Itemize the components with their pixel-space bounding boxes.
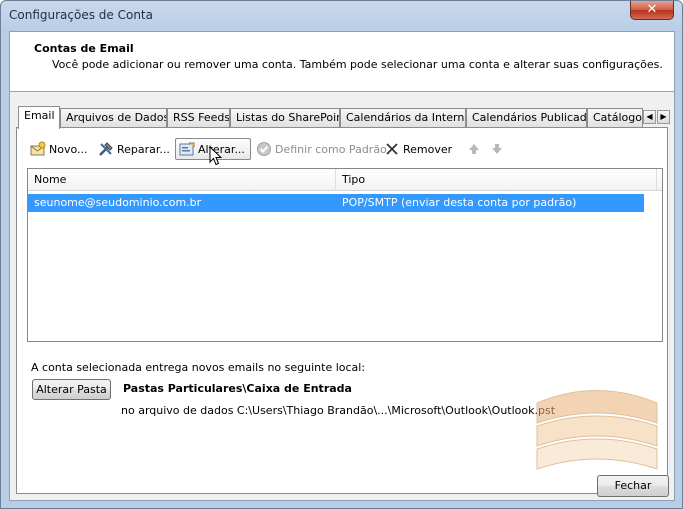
repair-label: Reparar... [117,142,170,156]
title-bar[interactable]: Configurações de Conta ✕ [1,1,682,29]
window-title: Configurações de Conta [9,8,153,22]
remove-button[interactable]: Remover [381,138,455,160]
delivery-location-label: A conta selecionada entrega novos emails… [31,361,366,374]
column-header-name[interactable]: Nome [28,169,336,191]
dialog-header: Contas de Email Você pode adicionar ou r… [10,32,674,92]
account-type-cell: POP/SMTP (enviar desta conta por padrão) [342,196,577,209]
new-account-button[interactable]: Novo... [27,138,91,160]
move-up-button[interactable] [463,138,488,160]
remove-x-icon [384,141,400,157]
tab-scroll-right-button[interactable]: ▶ [657,110,670,124]
close-button[interactable]: Fechar [597,475,669,497]
check-circle-icon [256,141,272,157]
tab-sharepoint-lists[interactable]: Listas do SharePoint [230,108,340,128]
close-window-button[interactable]: ✕ [630,1,674,20]
header-description: Você pode adicionar ou remover uma conta… [52,58,663,71]
arrow-up-icon [466,141,482,157]
tab-strip: Email Arquivos de Dados RSS Feeds Listas… [16,106,670,129]
mouse-cursor-icon [209,146,223,166]
tab-data-files[interactable]: Arquivos de Dados [60,108,167,128]
header-title: Contas de Email [34,42,134,55]
account-settings-window: Configurações de Conta ✕ Contas de Email… [0,0,683,509]
watermark-logo-icon [536,390,658,470]
new-account-label: Novo... [49,142,88,156]
set-default-button[interactable]: Definir como Padrão [253,138,390,160]
arrow-down-icon [489,141,505,157]
account-toolbar: Novo... Reparar... Alterar... Definir co… [17,138,667,162]
column-header-type[interactable]: Tipo [336,169,657,191]
edit-account-icon [179,141,195,157]
move-down-button[interactable] [486,138,511,160]
tab-scroll-left-button[interactable]: ◀ [643,110,656,124]
set-default-label: Definir como Padrão [275,142,387,156]
tab-email[interactable]: Email [18,106,60,129]
table-row[interactable]: seunome@seudominio.com.br POP/SMTP (envi… [28,194,644,212]
delivery-folder: Pastas Particulares\Caixa de Entrada [123,382,352,395]
tab-catalogs[interactable]: Catálogos [587,108,643,128]
change-folder-button[interactable]: Alterar Pasta [32,379,111,400]
data-file-path: no arquivo de dados C:\Users\Thiago Bran… [121,404,556,417]
tools-icon [98,141,114,157]
account-name-cell: seunome@seudominio.com.br [34,196,202,209]
tab-internet-calendars[interactable]: Calendários da Internet [340,108,466,128]
repair-button[interactable]: Reparar... [95,138,173,160]
new-mail-icon [30,141,46,157]
list-header: Nome Tipo [28,169,662,191]
tab-rss-feeds[interactable]: RSS Feeds [167,108,230,128]
accounts-list[interactable]: Nome Tipo seunome@seudominio.com.br POP/… [27,168,663,342]
remove-label: Remover [403,142,453,156]
tab-published-calendars[interactable]: Calendários Publicados [466,108,587,128]
